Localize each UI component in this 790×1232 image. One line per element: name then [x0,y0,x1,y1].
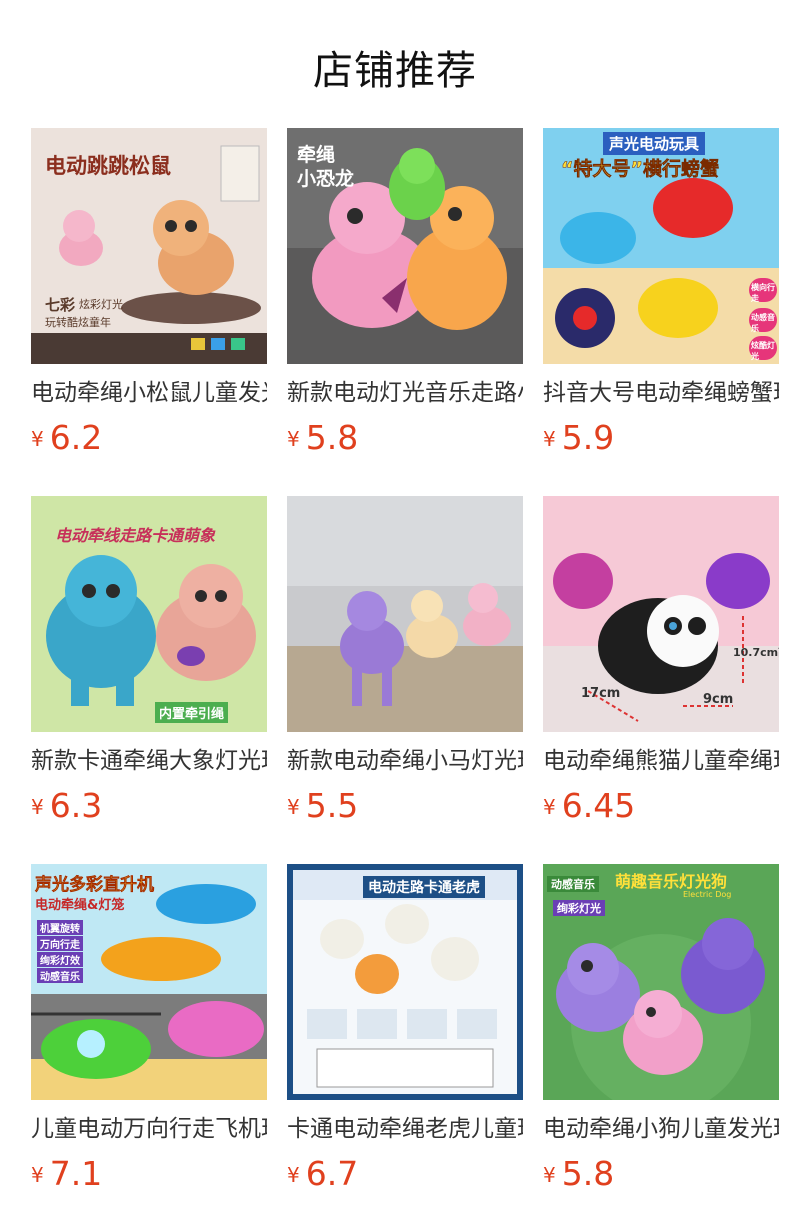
currency-symbol: ¥ [31,795,44,819]
image-caption: 电动牵线走路卡通萌象 [55,526,216,545]
product-card[interactable]: 10.7cm高 17cm 9cm 电动牵绳熊猫儿童牵绳玩具 ¥6.45 [543,496,779,826]
product-grid: 电动跳跳松鼠 七彩 炫彩灯光 玩转酷炫童年 电动牵绳小松鼠儿童发光玩具 ¥6.2 [0,0,790,1232]
image-caption: 内置牵引绳 [155,702,229,723]
currency-symbol: ¥ [543,427,556,451]
product-price: ¥6.45 [543,786,779,826]
product-name[interactable]: 抖音大号电动牵绳螃蟹玩具 [543,378,779,408]
price-value: 5.8 [305,418,359,457]
product-name[interactable]: 电动牵绳小松鼠儿童发光玩具 [31,378,267,408]
currency-symbol: ¥ [543,795,556,819]
currency-symbol: ¥ [31,1163,44,1187]
currency-symbol: ¥ [287,1163,300,1187]
image-caption: 动感音乐 [37,968,83,983]
price-value: 6.7 [305,1154,359,1193]
image-caption: 电动跳跳松鼠 [45,154,171,178]
product-card[interactable]: 电动牵线走路卡通萌象 内置牵引绳 新款卡通牵绳大象灯光玩具 ¥6.3 [31,496,267,826]
product-price: ¥6.2 [31,418,267,458]
price-value: 5.9 [561,418,615,457]
image-caption: 小恐龙 [297,168,355,190]
product-image-squirrel[interactable]: 电动跳跳松鼠 七彩 炫彩灯光 玩转酷炫童年 [31,128,267,364]
product-image-panda[interactable]: 10.7cm高 17cm 9cm [543,496,779,732]
image-caption: 绚彩灯光 [553,900,605,916]
price-value: 6.2 [49,418,103,457]
image-caption: 声光电动玩具 [603,132,706,155]
image-caption: 玩转酷炫童年 [45,316,111,329]
image-caption: 9cm [703,692,734,707]
product-image-crab[interactable]: 声光电动玩具 “特大号”横行螃蟹 横向行走 动感音乐 炫酷灯光 [543,128,779,364]
price-value: 7.1 [49,1154,103,1193]
product-image-tiger[interactable]: 电动走路卡通老虎 [287,864,523,1100]
product-card[interactable]: 新款电动牵绳小马灯光玩具 ¥5.5 [287,496,523,826]
product-card[interactable]: 电动走路卡通老虎 卡通电动牵绳老虎儿童玩具 ¥6.7 [287,864,523,1194]
product-name[interactable]: 电动牵绳熊猫儿童牵绳玩具 [543,746,779,776]
product-price: ¥5.8 [543,1154,779,1194]
product-price: ¥5.5 [287,786,523,826]
image-caption: 机翼旋转 [37,920,83,935]
image-caption: 绚彩灯效 [37,952,83,967]
image-caption: 声光多彩直升机 [35,875,154,895]
product-name[interactable]: 卡通电动牵绳老虎儿童玩具 [287,1114,523,1144]
image-caption: 牵绳 [297,144,336,166]
product-image-dog[interactable]: 动感音乐 萌趣音乐灯光狗 绚彩灯光 Electric Dog [543,864,779,1100]
panda-toy-image [543,496,779,732]
product-card[interactable]: 牵绳 小恐龙 新款电动灯光音乐走路小恐龙 ¥5.8 [287,128,523,458]
image-caption: 炫彩灯光 [79,298,123,311]
currency-symbol: ¥ [287,427,300,451]
image-caption: 动感音乐 [547,876,599,892]
currency-symbol: ¥ [31,427,44,451]
currency-symbol: ¥ [543,1163,556,1187]
price-value: 5.8 [561,1154,615,1193]
product-name[interactable]: 新款电动牵绳小马灯光玩具 [287,746,523,776]
product-name[interactable]: 电动牵绳小狗儿童发光玩具 [543,1114,779,1144]
product-image-elephant[interactable]: 电动牵线走路卡通萌象 内置牵引绳 [31,496,267,732]
product-price: ¥5.8 [287,418,523,458]
product-image-helicopter[interactable]: 声光多彩直升机 电动牵绳&灯笼 机翼旋转 万向行走 绚彩灯效 动感音乐 [31,864,267,1100]
image-caption: 电动牵绳&灯笼 [35,898,125,913]
product-price: ¥7.1 [31,1154,267,1194]
product-price: ¥5.9 [543,418,779,458]
currency-symbol: ¥ [287,795,300,819]
product-card[interactable]: 动感音乐 萌趣音乐灯光狗 绚彩灯光 Electric Dog 电动牵绳小狗儿童发… [543,864,779,1194]
product-name[interactable]: 新款卡通牵绳大象灯光玩具 [31,746,267,776]
price-value: 6.3 [49,786,103,825]
image-caption: “特大号”横行螃蟹 [561,158,719,181]
price-value: 5.5 [305,786,359,825]
product-card[interactable]: 声光多彩直升机 电动牵绳&灯笼 机翼旋转 万向行走 绚彩灯效 动感音乐 儿童电动… [31,864,267,1194]
tiger-toy-image [287,864,523,1100]
image-caption: 横向行走 [751,283,775,303]
horse-toy-image [287,496,523,732]
price-value: 6.45 [561,786,636,825]
image-caption: 七彩 [45,296,76,314]
product-name[interactable]: 儿童电动万向行走飞机玩具 [31,1114,267,1144]
product-image-dinosaur[interactable]: 牵绳 小恐龙 [287,128,523,364]
image-caption: 10.7cm高 [733,646,779,659]
product-price: ¥6.7 [287,1154,523,1194]
product-price: ¥6.3 [31,786,267,826]
image-caption: Electric Dog [683,890,732,899]
image-caption: 萌趣音乐灯光狗 [615,872,728,891]
product-card[interactable]: 声光电动玩具 “特大号”横行螃蟹 横向行走 动感音乐 炫酷灯光 抖音大号电动牵绳… [543,128,779,458]
image-caption: 动感音乐 [751,313,775,333]
product-card[interactable]: 电动跳跳松鼠 七彩 炫彩灯光 玩转酷炫童年 电动牵绳小松鼠儿童发光玩具 ¥6.2 [31,128,267,458]
image-caption: 万向行走 [37,936,83,951]
image-caption: 电动走路卡通老虎 [363,876,485,898]
image-caption: 17cm [581,686,621,701]
image-caption: 炫酷灯光 [751,341,775,361]
product-name[interactable]: 新款电动灯光音乐走路小恐龙 [287,378,523,408]
product-image-horse[interactable] [287,496,523,732]
